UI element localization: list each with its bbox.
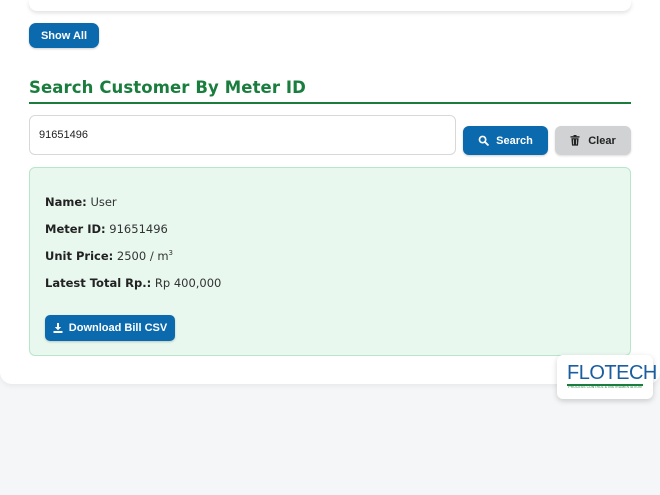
- download-bill-csv-label: Download Bill CSV: [68, 322, 168, 334]
- name-row: Name: User: [45, 195, 117, 209]
- title-divider: [29, 102, 631, 104]
- flotech-logo: FLOTECH PROCESS CONTROL & INSTRUMENTATIO…: [557, 355, 657, 399]
- clear-button[interactable]: Clear: [555, 126, 631, 155]
- name-label: Name:: [45, 195, 87, 209]
- trash-icon: [570, 135, 580, 146]
- show-all-button[interactable]: Show All: [29, 23, 99, 48]
- name-value: User: [90, 195, 117, 209]
- customer-result-panel: Name: User Meter ID: 91651496 Unit Price…: [29, 167, 631, 356]
- meter-id-search-input[interactable]: [29, 115, 456, 155]
- unit-price-value: 2500 / m: [116, 249, 169, 263]
- download-bill-csv-button[interactable]: Download Bill CSV: [45, 315, 175, 341]
- unit-price-exponent: 3: [168, 249, 174, 258]
- clear-button-label: Clear: [588, 134, 616, 147]
- latest-total-label: Latest Total Rp.:: [45, 276, 152, 290]
- meter-id-value: 91651496: [109, 222, 168, 236]
- meter-id-label: Meter ID:: [45, 222, 106, 236]
- latest-total-value: Rp 400,000: [154, 276, 222, 290]
- previous-card-edge: [29, 0, 631, 11]
- search-button-label: Search: [496, 134, 533, 147]
- download-icon: [53, 323, 63, 333]
- search-icon: [478, 135, 489, 146]
- search-button[interactable]: Search: [463, 126, 548, 155]
- section-title: Search Customer By Meter ID: [29, 78, 306, 97]
- logo-wordmark: FLOTECH: [567, 362, 657, 384]
- unit-price-label: Unit Price:: [45, 249, 114, 263]
- unit-price-row: Unit Price: 2500 / m3: [45, 249, 173, 263]
- latest-total-row: Latest Total Rp.: Rp 400,000: [45, 276, 221, 290]
- meter-id-row: Meter ID: 91651496: [45, 222, 168, 236]
- logo-tagline: PROCESS CONTROL & INSTRUMENTATION: [568, 385, 642, 389]
- main-card: Show All Search Customer By Meter ID Sea…: [0, 0, 660, 384]
